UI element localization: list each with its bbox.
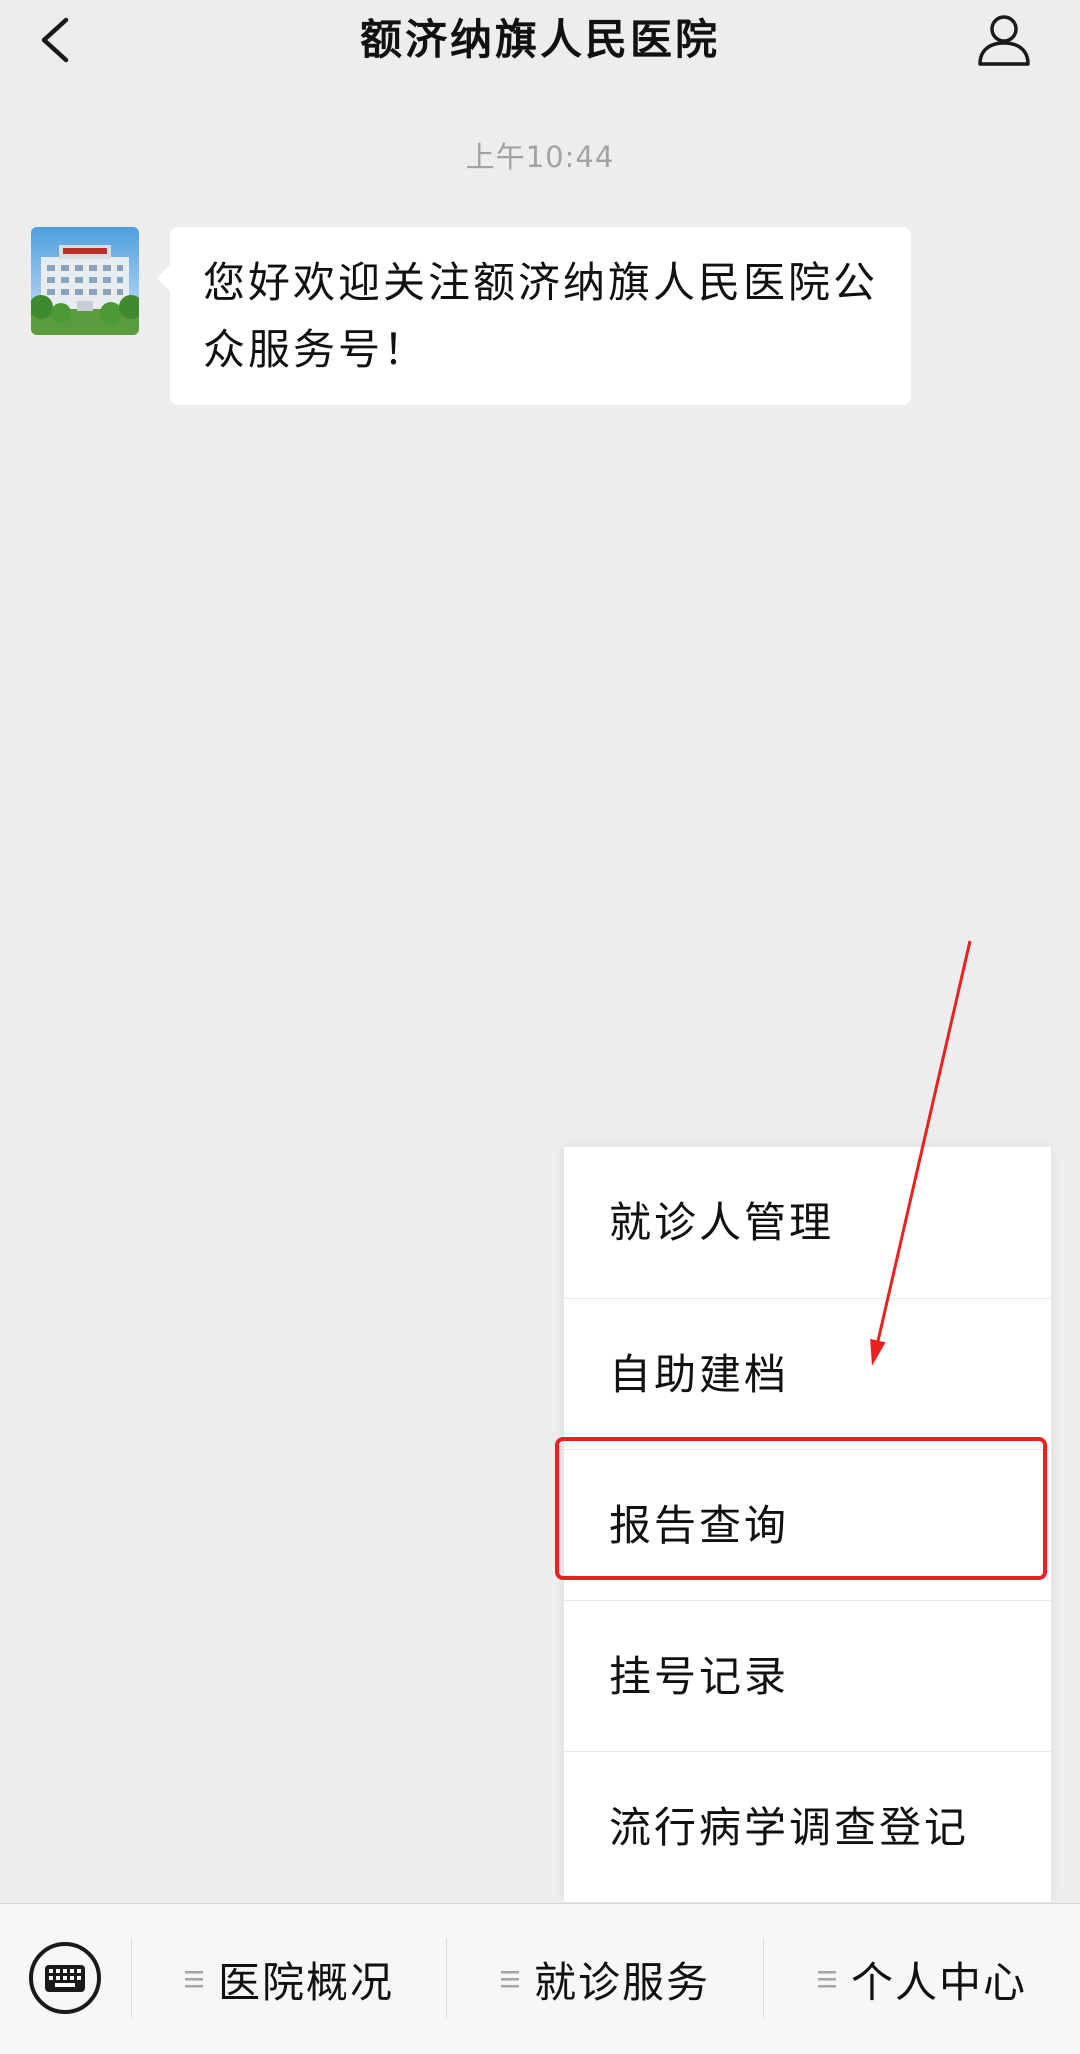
welcome-message-bubble: 您好欢迎关注额济纳旗人民医院公众服务号！ [170, 227, 911, 405]
menu-lines-icon [817, 1971, 836, 1988]
personal-center-submenu: 就诊人管理 自助建档 报告查询 挂号记录 流行病学调查登记 [564, 1147, 1051, 1902]
person-icon[interactable] [972, 8, 1036, 72]
submenu-item-epidemiology-survey[interactable]: 流行病学调查登记 [564, 1751, 1051, 1902]
menu-hospital-overview[interactable]: 医院概况 [132, 1904, 446, 2054]
nav-header: 额济纳旗人民医院 [0, 0, 1080, 80]
menu-personal-center[interactable]: 个人中心 [764, 1904, 1080, 2054]
bottom-menu-bar: 医院概况 就诊服务 个人中心 [0, 1903, 1080, 2054]
submenu-item-patient-management[interactable]: 就诊人管理 [564, 1147, 1051, 1298]
menu-medical-services[interactable]: 就诊服务 [447, 1904, 763, 2054]
menu-lines-icon [184, 1971, 203, 1988]
submenu-item-appointment-records[interactable]: 挂号记录 [564, 1600, 1051, 1751]
message-timestamp: 上午10:44 [465, 140, 615, 174]
submenu-item-self-registration[interactable]: 自助建档 [564, 1298, 1051, 1449]
menu-label: 医院概况 [217, 1957, 394, 2007]
keyboard-icon[interactable] [27, 1940, 103, 2016]
menu-label: 个人中心 [850, 1957, 1027, 2007]
back-chevron-icon[interactable] [26, 10, 86, 70]
submenu-item-report-query[interactable]: 报告查询 [564, 1449, 1051, 1600]
menu-lines-icon [500, 1971, 519, 1988]
page-title: 额济纳旗人民医院 [359, 15, 720, 64]
menu-label: 就诊服务 [533, 1957, 710, 2007]
hospital-avatar[interactable] [31, 227, 139, 335]
